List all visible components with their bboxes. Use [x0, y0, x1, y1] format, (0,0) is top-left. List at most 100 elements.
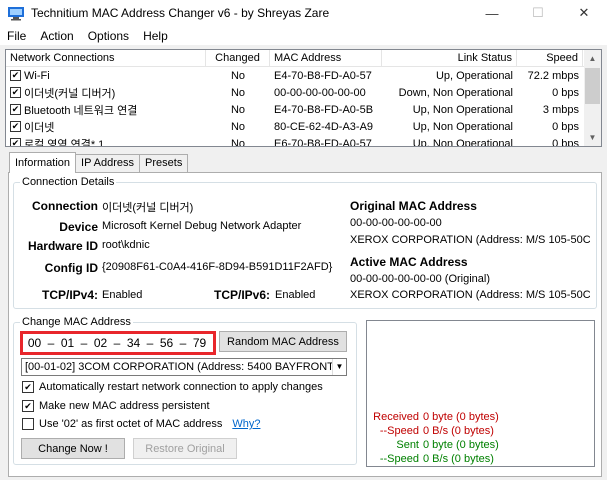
minimize-button[interactable]: — — [469, 0, 515, 26]
connection-details-group: Connection Details Connection 이더넷(커널 디버거… — [13, 175, 597, 309]
column-header-mac[interactable]: MAC Address — [270, 50, 382, 66]
scroll-up-icon[interactable]: ▲ — [584, 50, 601, 67]
list-scrollbar[interactable]: ▲ ▼ — [584, 50, 601, 146]
menu-help[interactable]: Help — [136, 26, 175, 46]
tab-ip-address[interactable]: IP Address — [75, 154, 141, 173]
option-02-octet[interactable]: Use '02' as first octet of MAC address W… — [22, 418, 260, 430]
changed-cell: No — [230, 137, 246, 147]
tcpv4-value: Enabled — [102, 289, 143, 301]
table-row[interactable]: ✔ Wi-Fi No E4-70-B8-FD-A0-57 Up, Operational… — [6, 67, 601, 84]
mac-cell: E4-70-B8-FD-A0-5B — [274, 103, 374, 116]
status-cell: Up, Operational — [435, 69, 513, 82]
mac-octet-3[interactable]: 02 — [92, 336, 109, 350]
config-id-value: {20908F61-C0A4-416F-8D94-B591D11F2AFD} — [102, 261, 333, 273]
rx-speed-row: --Speed 0 B/s (0 bytes) — [367, 424, 596, 438]
restore-original-button[interactable]: Restore Original — [133, 438, 237, 459]
column-header-speed[interactable]: Speed — [517, 50, 583, 66]
changed-cell: No — [230, 69, 246, 82]
connection-details-title: Connection Details — [20, 175, 117, 189]
option-persistent[interactable]: ✔ Make new MAC address persistent — [22, 400, 210, 412]
table-row[interactable]: ✔ 로컬 영역 연결* 1 No E6-70-B8-FD-A0-57 Up, Non O… — [6, 135, 601, 147]
column-header-changed[interactable]: Changed — [206, 50, 270, 66]
window-title: Technitium MAC Address Changer v6 - by S… — [31, 6, 330, 20]
why-link[interactable]: Why? — [232, 418, 260, 430]
table-row[interactable]: ✔ 이더넷(커널 디버거) No 00-00-00-00-00-00 Down, Non… — [6, 84, 601, 101]
change-now-button[interactable]: Change Now ! — [21, 438, 125, 459]
speed-cell: 0 bps — [552, 86, 579, 99]
column-header-name[interactable]: Network Connections — [6, 50, 206, 66]
connection-checkbox[interactable]: ✔ — [10, 104, 21, 115]
vendor-select[interactable]: [00-01-02] 3COM CORPORATION (Address: 54… — [21, 358, 347, 376]
chevron-down-icon[interactable]: ▼ — [332, 359, 346, 375]
connection-name: 이더넷(커널 디버거) — [24, 87, 116, 100]
original-mac-value: 00-00-00-00-00-00 — [350, 217, 442, 229]
connection-checkbox[interactable]: ✔ — [10, 87, 21, 98]
sent-row: Sent 0 byte (0 bytes) — [367, 438, 596, 452]
mac-octet-6[interactable]: 79 — [191, 336, 208, 350]
scroll-down-icon[interactable]: ▼ — [584, 129, 601, 146]
changed-cell: No — [230, 86, 246, 99]
tx-speed-row: --Speed 0 B/s (0 bytes) — [367, 452, 596, 466]
mac-separator: – — [179, 336, 187, 350]
tcpv6-value: Enabled — [275, 289, 316, 301]
device-label: Device — [59, 220, 98, 234]
table-row[interactable]: ✔ Bluetooth 네트워크 연결 No E4-70-B8-FD-A0-5B Up,… — [6, 101, 601, 118]
mac-cell: 80-CE-62-4D-A3-A9 — [274, 120, 374, 133]
connection-checkbox[interactable]: ✔ — [10, 121, 21, 132]
menu-action[interactable]: Action — [33, 26, 80, 46]
speed-cell: 0 bps — [552, 120, 579, 133]
mac-separator: – — [113, 336, 121, 350]
active-mac-heading: Active MAC Address — [350, 255, 468, 269]
menu-file[interactable]: File — [0, 26, 33, 46]
title-bar: Technitium MAC Address Changer v6 - by S… — [0, 0, 607, 26]
persistent-checkbox[interactable]: ✔ — [22, 400, 34, 412]
network-connections-list[interactable]: Network Connections Changed MAC Address … — [5, 49, 602, 147]
mac-separator: – — [146, 336, 154, 350]
connection-label: Connection — [32, 199, 98, 213]
maximize-button[interactable]: ☐ — [515, 0, 561, 26]
status-cell: Up, Non Operational — [412, 137, 513, 147]
mac-octet-4[interactable]: 34 — [125, 336, 142, 350]
mac-address-input-highlight[interactable]: 00 – 01 – 02 – 34 – 56 – 79 — [20, 331, 216, 355]
scroll-thumb[interactable] — [585, 68, 600, 104]
mac-octet-5[interactable]: 56 — [158, 336, 175, 350]
mac-octet-1[interactable]: 00 — [26, 336, 43, 350]
original-mac-vendor: XEROX CORPORATION (Address: M/S 105-50C, — [350, 234, 590, 246]
received-label: Received — [373, 411, 419, 423]
connection-name-cell: ✔ Bluetooth 네트워크 연결 — [6, 102, 206, 118]
mac-octet-2[interactable]: 01 — [59, 336, 76, 350]
mac-address-input[interactable]: 00 – 01 – 02 – 34 – 56 – 79 — [26, 335, 210, 351]
menu-options[interactable]: Options — [81, 26, 136, 46]
tcpv6-label: TCP/IPv6: — [213, 288, 270, 302]
traffic-graph: Received 0 byte (0 bytes) --Speed 0 B/s … — [366, 320, 595, 467]
tab-presets[interactable]: Presets — [139, 154, 189, 173]
sent-label: Sent — [396, 439, 419, 451]
connection-name-cell: ✔ Wi-Fi — [6, 70, 206, 82]
connection-checkbox[interactable]: ✔ — [10, 70, 21, 81]
status-cell: Up, Non Operational — [412, 103, 513, 116]
tx-speed-value: 0 B/s (0 bytes) — [423, 453, 494, 465]
hardware-id-label: Hardware ID — [27, 239, 98, 253]
auto-restart-checkbox[interactable]: ✔ — [22, 381, 34, 393]
connection-name-cell: ✔ 로컬 영역 연결* 1 — [6, 136, 206, 146]
mac-cell: E6-70-B8-FD-A0-57 — [274, 137, 372, 147]
information-panel: Connection Details Connection 이더넷(커널 디버거… — [8, 172, 602, 477]
hardware-id-value: root\kdnic — [102, 239, 150, 251]
connection-name-cell: ✔ 이더넷(커널 디버거) — [6, 85, 206, 101]
original-mac-heading: Original MAC Address — [350, 199, 477, 213]
first-octet-02-checkbox[interactable] — [22, 418, 34, 430]
mac-separator: – — [47, 336, 55, 350]
connection-checkbox[interactable]: ✔ — [10, 138, 21, 146]
speed-cell: 3 mbps — [542, 103, 579, 116]
tcpv4-label: TCP/IPv4: — [41, 288, 98, 302]
tab-information[interactable]: Information — [9, 152, 77, 173]
option-auto-restart[interactable]: ✔ Automatically restart network connecti… — [22, 381, 323, 393]
received-value: 0 byte (0 bytes) — [423, 411, 499, 423]
persistent-label: Make new MAC address persistent — [39, 400, 210, 412]
table-row[interactable]: ✔ 이더넷 No 80-CE-62-4D-A3-A9 Up, Non Operation… — [6, 118, 601, 135]
received-row: Received 0 byte (0 bytes) — [367, 410, 596, 424]
traffic-stats: Received 0 byte (0 bytes) --Speed 0 B/s … — [367, 410, 596, 466]
column-header-status[interactable]: Link Status — [382, 50, 517, 66]
random-mac-button[interactable]: Random MAC Address — [219, 331, 347, 352]
close-button[interactable]: ✕ — [561, 0, 607, 26]
